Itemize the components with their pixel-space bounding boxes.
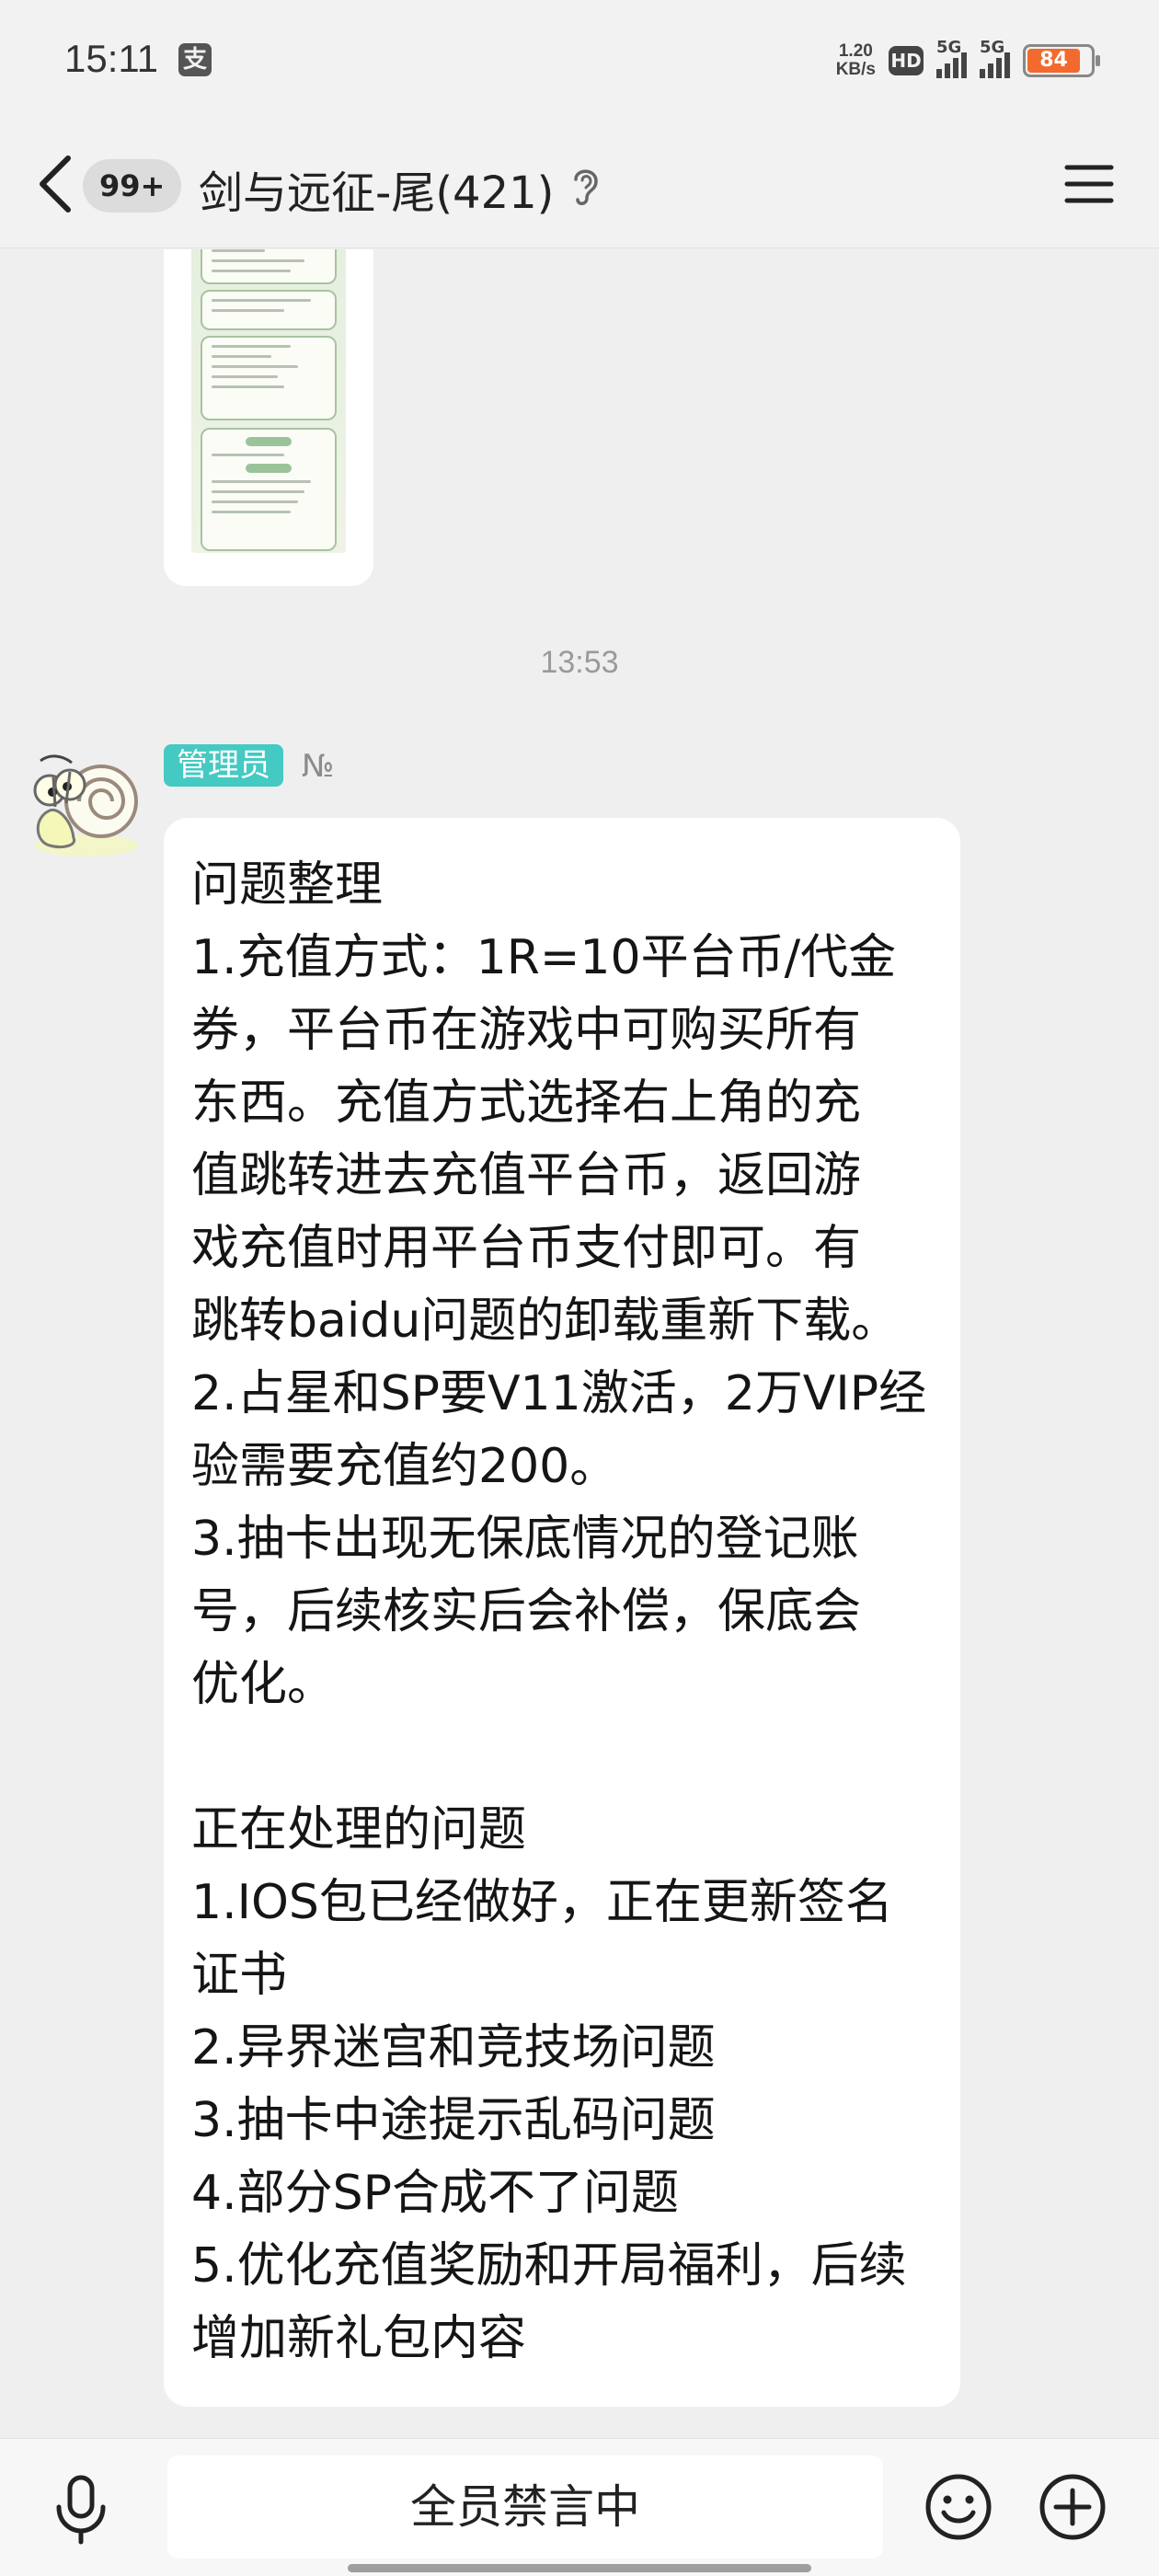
- message-line: 券，平台币在游戏中可购买所有: [191, 1003, 862, 1058]
- signal-icon: 5G: [936, 38, 967, 78]
- admin-role-badge: 管理员: [164, 744, 283, 787]
- battery-level: 84: [1027, 49, 1081, 73]
- unread-count-badge[interactable]: 99+: [83, 159, 182, 213]
- message-line: 3.抽卡中途提示乱码问题: [191, 2093, 716, 2148]
- chat-title[interactable]: 剑与远征-尾(421): [199, 156, 554, 221]
- status-bar: 15:11 支 1.20 KB/s HD 5G 5G 84: [0, 0, 1159, 120]
- message-line: 优化。: [191, 1657, 336, 1712]
- battery-icon: 84: [1023, 44, 1100, 77]
- message-line: 3.抽卡出现无保底情况的登记账: [191, 1512, 859, 1567]
- message-line: 增加新礼包内容: [191, 2311, 527, 2366]
- plus-icon: [1039, 2474, 1106, 2540]
- chat-header: 99+ 剑与远征-尾(421): [0, 120, 1159, 248]
- message-line: 2.占星和SP要V11激活，2万VIP经: [191, 1366, 927, 1421]
- message-line: 4.部分SP合成不了问题: [191, 2166, 679, 2221]
- status-time: 15:11: [64, 37, 158, 80]
- snail-avatar-icon: [33, 754, 138, 857]
- message-line: 正在处理的问题: [191, 1802, 527, 1857]
- ear-icon[interactable]: [567, 163, 603, 209]
- back-chevron-icon: [40, 155, 71, 213]
- image-message[interactable]: [164, 249, 373, 586]
- message-line: 验需要充值约200。: [191, 1439, 618, 1494]
- voice-button[interactable]: [52, 2472, 110, 2546]
- emoji-icon: [925, 2474, 992, 2540]
- emoji-button[interactable]: [924, 2472, 993, 2542]
- message-text: 问题整理 1.充值方式：1R=10平台币/代金 券，平台币在游戏中可购买所有 东西。充…: [191, 849, 933, 2375]
- text-message[interactable]: 问题整理 1.充值方式：1R=10平台币/代金 券，平台币在游戏中可购买所有 东西。充…: [164, 818, 960, 2407]
- hd-voice-icon: HD: [889, 46, 924, 75]
- message-line: 问题整理: [191, 857, 384, 913]
- chat-message-list[interactable]: 13:53 管理员 № 问题整理 1.充值方式：1R=10平台币/代金 券，平台币在…: [0, 249, 1159, 2438]
- signal-icon-2: 5G: [980, 38, 1010, 78]
- back-button[interactable]: [33, 147, 79, 221]
- home-indicator[interactable]: [348, 2564, 811, 2572]
- message-line: 跳转baidu问题的卸载重新下载。: [191, 1294, 900, 1349]
- microphone-icon: [56, 2475, 106, 2545]
- time-divider: 13:53: [540, 645, 619, 680]
- message-line: 2.异界迷宫和竞技场问题: [191, 2020, 716, 2076]
- avatar[interactable]: [22, 742, 143, 864]
- message-line: 1.充值方式：1R=10平台币/代金: [191, 930, 897, 985]
- menu-icon: [1064, 165, 1114, 203]
- more-button[interactable]: [1038, 2472, 1107, 2542]
- message-line: 1.IOS包已经做好，正在更新签名: [191, 1875, 893, 1930]
- sender-name[interactable]: №: [302, 748, 334, 785]
- network-speed: 1.20 KB/s: [835, 41, 876, 79]
- message-line: 戏充值时用平台币支付即可。有: [191, 1221, 862, 1276]
- muted-input-field: 全员禁言中: [167, 2455, 883, 2559]
- message-line: 东西。充值方式选择右上角的充: [191, 1075, 862, 1131]
- menu-button[interactable]: [1061, 156, 1117, 212]
- status-indicators: 1.20 KB/s HD 5G 5G 84: [835, 38, 1100, 81]
- alipay-icon: 支: [178, 43, 212, 76]
- image-thumbnail[interactable]: [191, 249, 346, 553]
- input-bar: 全员禁言中: [0, 2438, 1159, 2576]
- message-line: 5.优化充值奖励和开局福利，后续: [191, 2238, 907, 2294]
- message-line: 值跳转进去充值平台币，返回游: [191, 1148, 862, 1203]
- message-line: 号，后续核实后会补偿，保底会: [191, 1584, 862, 1639]
- message-line: 证书: [191, 1948, 288, 2003]
